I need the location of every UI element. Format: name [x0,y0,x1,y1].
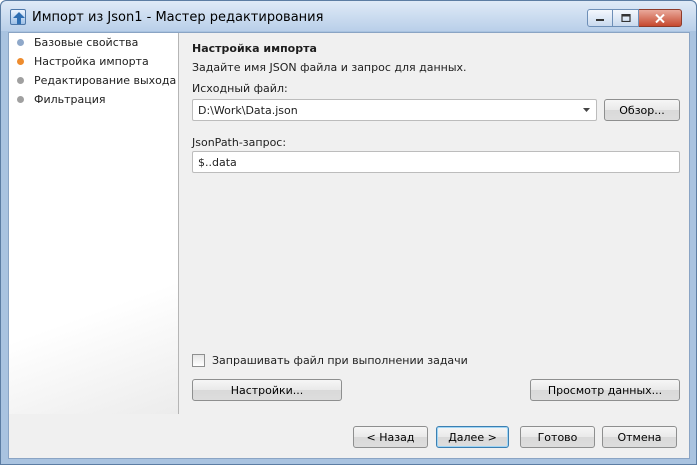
wizard-client-area: Базовые свойства Настройка импорта Редак… [8,32,690,459]
source-file-combobox[interactable]: D:\Work\Data.json [192,99,597,121]
step-output-editing[interactable]: Редактирование выхода [17,72,176,88]
ask-file-checkbox[interactable] [192,354,205,367]
maximize-button[interactable] [613,9,639,27]
page-title: Настройка импорта [192,42,317,55]
minimize-button[interactable] [587,9,613,27]
chevron-down-icon[interactable] [583,108,590,112]
preview-data-button[interactable]: Просмотр данных... [530,379,680,401]
wizard-steps-sidebar: Базовые свойства Настройка импорта Редак… [9,33,179,414]
source-file-value: D:\Work\Data.json [198,104,298,117]
wizard-window: Импорт из Json1 - Мастер редактирования … [0,0,697,465]
step-basic-properties[interactable]: Базовые свойства [17,34,138,50]
source-file-label: Исходный файл: [192,82,288,95]
page-description: Задайте имя JSON файла и запрос для данн… [192,61,467,74]
step-filtering[interactable]: Фильтрация [17,91,106,107]
ask-file-checkbox-row[interactable]: Запрашивать файл при выполнении задачи [192,354,468,367]
settings-button[interactable]: Настройки... [192,379,342,401]
back-button[interactable]: < Назад [353,426,428,448]
step-bullet-icon [17,76,24,84]
step-label: Настройка импорта [34,54,149,68]
minimize-icon [596,19,604,21]
window-controls [587,9,682,27]
step-bullet-icon [17,57,24,65]
wizard-footer: < Назад Далее > Готово Отмена [9,414,689,458]
jsonpath-value: $..data [198,156,237,169]
wizard-app-icon [10,9,26,25]
jsonpath-label: JsonPath-запрос: [192,136,287,149]
ask-file-checkbox-label: Запрашивать файл при выполнении задачи [212,354,468,367]
close-icon [655,13,665,23]
close-button[interactable] [639,9,682,27]
step-label: Редактирование выхода [34,73,177,87]
title-bar[interactable]: Импорт из Json1 - Мастер редактирования [1,1,696,31]
window-title: Импорт из Json1 - Мастер редактирования [32,10,324,25]
step-label: Фильтрация [34,92,106,106]
step-bullet-icon [17,38,24,46]
finish-button[interactable]: Готово [520,426,595,448]
step-label: Базовые свойства [34,35,139,49]
jsonpath-input[interactable]: $..data [192,151,680,173]
cancel-button[interactable]: Отмена [602,426,677,448]
maximize-icon [620,14,631,22]
step-import-settings[interactable]: Настройка импорта [17,53,149,69]
step-bullet-icon [17,95,24,103]
import-settings-page: Настройка импорта Задайте имя JSON файла… [180,33,689,414]
browse-button[interactable]: Обзор... [604,99,680,121]
next-button[interactable]: Далее > [436,426,509,448]
